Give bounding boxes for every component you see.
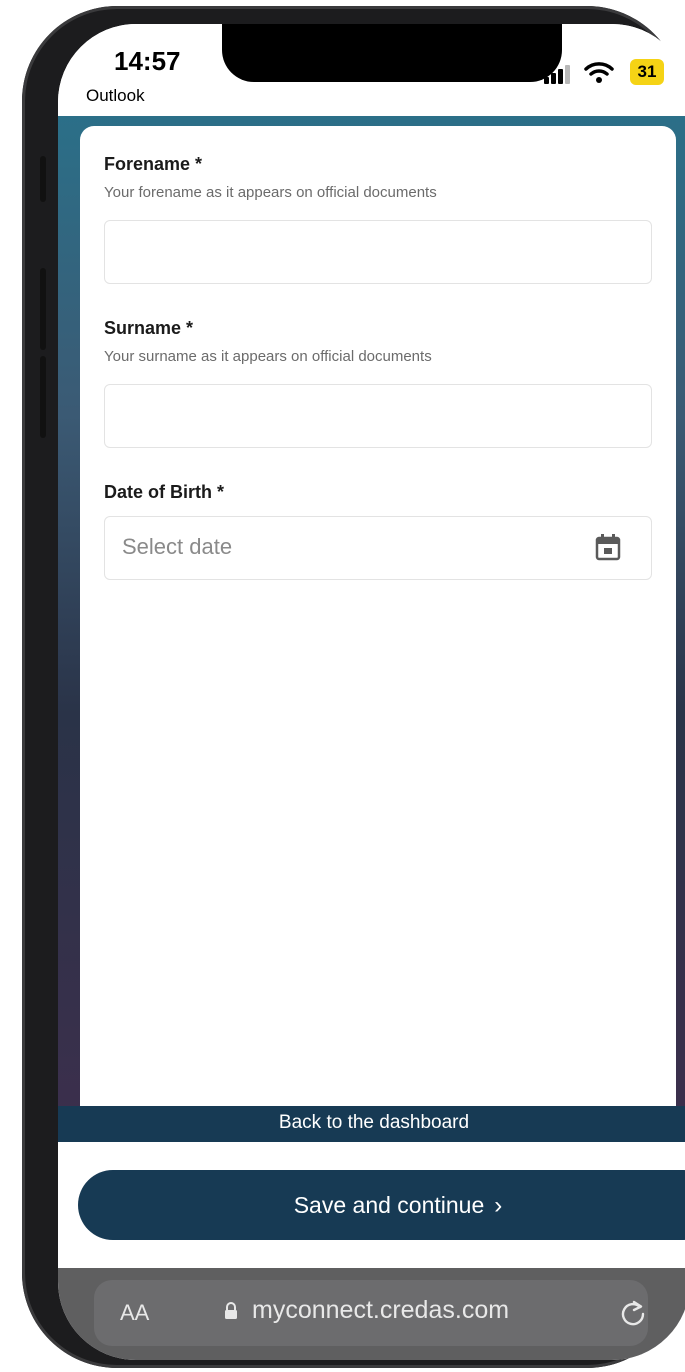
lock-icon bbox=[225, 1302, 237, 1319]
surname-input[interactable] bbox=[104, 384, 652, 448]
forename-input[interactable] bbox=[104, 220, 652, 284]
screen: 14:57 Outlook 31 Forename * Your forenam… bbox=[58, 24, 685, 1360]
notch bbox=[222, 24, 562, 82]
mute-switch bbox=[40, 156, 46, 202]
save-and-continue-label: Save and continue bbox=[293, 1192, 485, 1218]
url-text: myconnect.credas.com bbox=[252, 1296, 510, 1324]
status-bar: 14:57 Outlook 31 bbox=[58, 24, 685, 116]
dob-date-picker[interactable]: Select date bbox=[104, 516, 652, 580]
chevron-right-icon: › bbox=[494, 1192, 503, 1219]
back-to-app-link[interactable]: Outlook bbox=[86, 86, 145, 106]
volume-down-button bbox=[40, 356, 46, 438]
status-time: 14:57 bbox=[114, 46, 181, 76]
cellular-signal-icon bbox=[544, 64, 574, 84]
forename-label: Forename * bbox=[104, 154, 203, 174]
save-and-continue-button[interactable]: Save and continue › bbox=[78, 1170, 685, 1240]
wifi-icon bbox=[584, 62, 614, 83]
browser-toolbar: AA myconnect.credas.com bbox=[58, 1268, 685, 1360]
dob-label: Date of Birth * bbox=[104, 482, 225, 502]
reload-icon[interactable] bbox=[618, 1298, 648, 1328]
calendar-icon[interactable] bbox=[595, 533, 621, 561]
surname-hint: Your surname as it appears on official d… bbox=[104, 348, 432, 365]
address-bar[interactable]: AA myconnect.credas.com bbox=[94, 1280, 648, 1346]
battery-indicator: 31 bbox=[630, 59, 664, 85]
dob-placeholder: Select date bbox=[122, 534, 233, 559]
back-to-dashboard-link[interactable]: Back to the dashboard bbox=[58, 1106, 685, 1142]
volume-up-button bbox=[40, 268, 46, 350]
forename-hint: Your forename as it appears on official … bbox=[104, 184, 437, 201]
text-size-button[interactable]: AA bbox=[120, 1300, 149, 1326]
phone-frame: 14:57 Outlook 31 Forename * Your forenam… bbox=[22, 6, 685, 1368]
surname-label: Surname * bbox=[104, 318, 194, 338]
personal-details-form: Forename * Your forename as it appears o… bbox=[80, 126, 676, 1116]
